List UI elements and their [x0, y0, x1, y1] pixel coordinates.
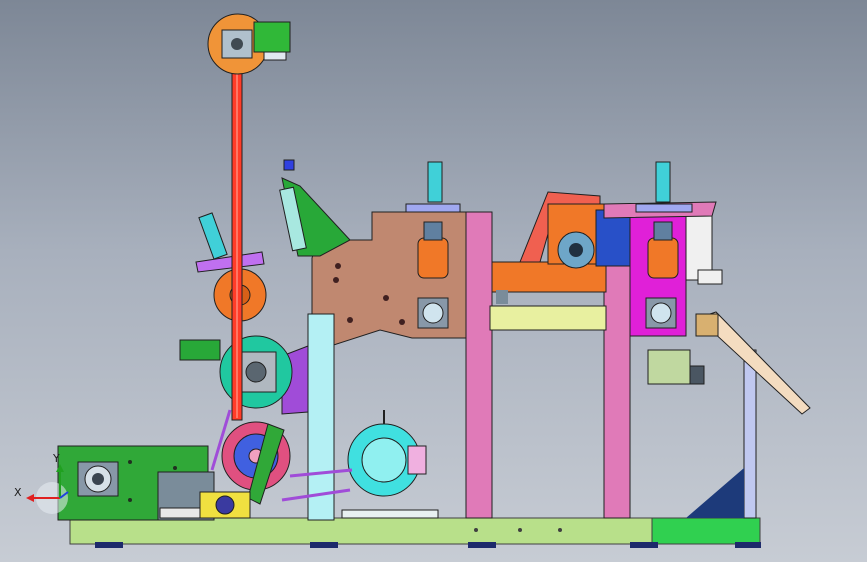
- small-blue-cap: [283, 159, 295, 171]
- axis-y-label: Y: [52, 452, 60, 465]
- yellow-crossbar: [489, 305, 607, 331]
- cad-viewport[interactable]: X Y: [0, 0, 867, 562]
- axis-x-label: X: [14, 486, 22, 499]
- top-motor: [207, 13, 291, 75]
- drive-belt: [231, 45, 243, 421]
- rollers: [213, 268, 309, 505]
- navy-wedge: [686, 468, 744, 518]
- green-left-bracket: [179, 339, 221, 361]
- base-frame: [69, 517, 761, 548]
- gear-cap: [689, 365, 705, 385]
- tan-block: [695, 313, 719, 337]
- cyan-motor: [341, 410, 439, 519]
- gear-pulley: [647, 349, 691, 385]
